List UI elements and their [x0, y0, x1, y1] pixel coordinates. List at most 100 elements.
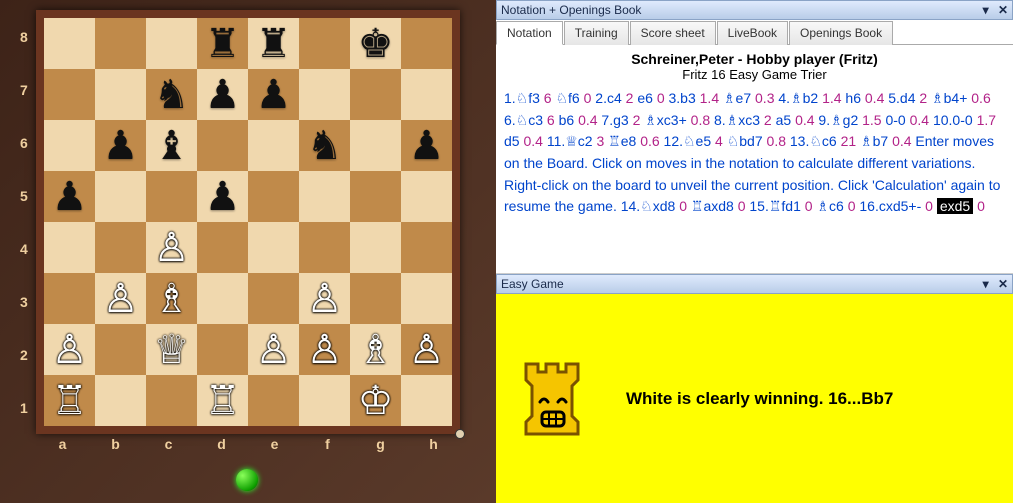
- square-f7[interactable]: [299, 69, 350, 120]
- square-g4[interactable]: [350, 222, 401, 273]
- square-e7[interactable]: ♟: [248, 69, 299, 120]
- piece[interactable]: ♙: [154, 228, 190, 268]
- piece[interactable]: ♜: [256, 24, 292, 64]
- square-g5[interactable]: [350, 171, 401, 222]
- square-d1[interactable]: ♖: [197, 375, 248, 426]
- square-d4[interactable]: [197, 222, 248, 273]
- piece[interactable]: ♙: [409, 330, 445, 370]
- square-h1[interactable]: [401, 375, 452, 426]
- square-a6[interactable]: [44, 120, 95, 171]
- square-f2[interactable]: ♙: [299, 324, 350, 375]
- square-g1[interactable]: ♔: [350, 375, 401, 426]
- square-b5[interactable]: [95, 171, 146, 222]
- easy-game-pane-header[interactable]: Easy Game ▾ ✕: [496, 274, 1013, 294]
- square-c5[interactable]: [146, 171, 197, 222]
- pane-close-icon[interactable]: ✕: [998, 277, 1008, 291]
- square-g8[interactable]: ♚: [350, 18, 401, 69]
- square-b7[interactable]: [95, 69, 146, 120]
- square-e8[interactable]: ♜: [248, 18, 299, 69]
- square-g6[interactable]: [350, 120, 401, 171]
- piece[interactable]: ♗: [358, 330, 394, 370]
- piece[interactable]: ♜: [205, 24, 241, 64]
- chess-board[interactable]: ♜ ♜ ♚ ♞ ♟ ♟ ♟ ♝ ♞ ♟ ♟ ♟ ♙ ♙ ♗ ♙ ♙ ♕ ♙ ♙ ♗ ♙ ♖ ♖ ♔: [36, 10, 460, 434]
- square-f5[interactable]: [299, 171, 350, 222]
- square-c3[interactable]: ♗: [146, 273, 197, 324]
- square-d5[interactable]: ♟: [197, 171, 248, 222]
- piece[interactable]: ♔: [358, 381, 394, 421]
- square-b6[interactable]: ♟: [95, 120, 146, 171]
- piece[interactable]: ♟: [256, 75, 292, 115]
- piece[interactable]: ♗: [154, 279, 190, 319]
- piece[interactable]: ♟: [52, 177, 88, 217]
- square-g3[interactable]: [350, 273, 401, 324]
- square-b3[interactable]: ♙: [95, 273, 146, 324]
- square-d6[interactable]: [197, 120, 248, 171]
- square-c1[interactable]: [146, 375, 197, 426]
- square-h2[interactable]: ♙: [401, 324, 452, 375]
- square-a4[interactable]: [44, 222, 95, 273]
- square-a1[interactable]: ♖: [44, 375, 95, 426]
- square-c2[interactable]: ♕: [146, 324, 197, 375]
- square-h4[interactable]: [401, 222, 452, 273]
- square-c8[interactable]: [146, 18, 197, 69]
- square-h8[interactable]: [401, 18, 452, 69]
- piece[interactable]: ♞: [307, 126, 343, 166]
- square-g2[interactable]: ♗: [350, 324, 401, 375]
- square-h3[interactable]: [401, 273, 452, 324]
- square-b2[interactable]: [95, 324, 146, 375]
- square-f3[interactable]: ♙: [299, 273, 350, 324]
- square-c4[interactable]: ♙: [146, 222, 197, 273]
- square-a5[interactable]: ♟: [44, 171, 95, 222]
- piece[interactable]: ♙: [103, 279, 139, 319]
- square-d3[interactable]: [197, 273, 248, 324]
- square-f8[interactable]: [299, 18, 350, 69]
- square-e4[interactable]: [248, 222, 299, 273]
- notation-pane-header[interactable]: Notation + Openings Book ▾ ✕: [496, 0, 1013, 20]
- square-h7[interactable]: [401, 69, 452, 120]
- piece[interactable]: ♞: [154, 75, 190, 115]
- square-d7[interactable]: ♟: [197, 69, 248, 120]
- pane-minimize-icon[interactable]: ▾: [983, 277, 989, 291]
- tab-openings-book[interactable]: Openings Book: [789, 21, 893, 45]
- piece[interactable]: ♖: [205, 381, 241, 421]
- square-e2[interactable]: ♙: [248, 324, 299, 375]
- square-g7[interactable]: [350, 69, 401, 120]
- piece[interactable]: ♟: [205, 75, 241, 115]
- pane-minimize-icon[interactable]: ▾: [983, 3, 989, 17]
- square-a3[interactable]: [44, 273, 95, 324]
- piece[interactable]: ♕: [154, 330, 190, 370]
- square-f6[interactable]: ♞: [299, 120, 350, 171]
- square-b8[interactable]: [95, 18, 146, 69]
- square-f1[interactable]: [299, 375, 350, 426]
- tab-training[interactable]: Training: [564, 21, 629, 45]
- piece[interactable]: ♖: [52, 381, 88, 421]
- piece[interactable]: ♟: [409, 126, 445, 166]
- square-h5[interactable]: [401, 171, 452, 222]
- piece[interactable]: ♟: [205, 177, 241, 217]
- move-notation[interactable]: 1.♘f3 6 ♘f6 0 2.c4 2 e6 0 3.b3 1.4 ♗e7 0…: [496, 84, 1013, 274]
- square-b1[interactable]: [95, 375, 146, 426]
- square-c6[interactable]: ♝: [146, 120, 197, 171]
- tab-score-sheet[interactable]: Score sheet: [630, 21, 716, 45]
- tab-livebook[interactable]: LiveBook: [717, 21, 788, 45]
- square-a7[interactable]: [44, 69, 95, 120]
- piece[interactable]: ♙: [52, 330, 88, 370]
- square-h6[interactable]: ♟: [401, 120, 452, 171]
- square-d8[interactable]: ♜: [197, 18, 248, 69]
- piece[interactable]: ♙: [307, 279, 343, 319]
- square-c7[interactable]: ♞: [146, 69, 197, 120]
- square-b4[interactable]: [95, 222, 146, 273]
- square-e3[interactable]: [248, 273, 299, 324]
- piece[interactable]: ♟: [103, 126, 139, 166]
- piece[interactable]: ♙: [256, 330, 292, 370]
- square-e1[interactable]: [248, 375, 299, 426]
- piece[interactable]: ♝: [154, 126, 190, 166]
- piece[interactable]: ♙: [307, 330, 343, 370]
- square-e6[interactable]: [248, 120, 299, 171]
- square-e5[interactable]: [248, 171, 299, 222]
- square-a2[interactable]: ♙: [44, 324, 95, 375]
- square-a8[interactable]: [44, 18, 95, 69]
- pane-close-icon[interactable]: ✕: [998, 3, 1008, 17]
- tab-notation[interactable]: Notation: [496, 21, 563, 45]
- square-d2[interactable]: [197, 324, 248, 375]
